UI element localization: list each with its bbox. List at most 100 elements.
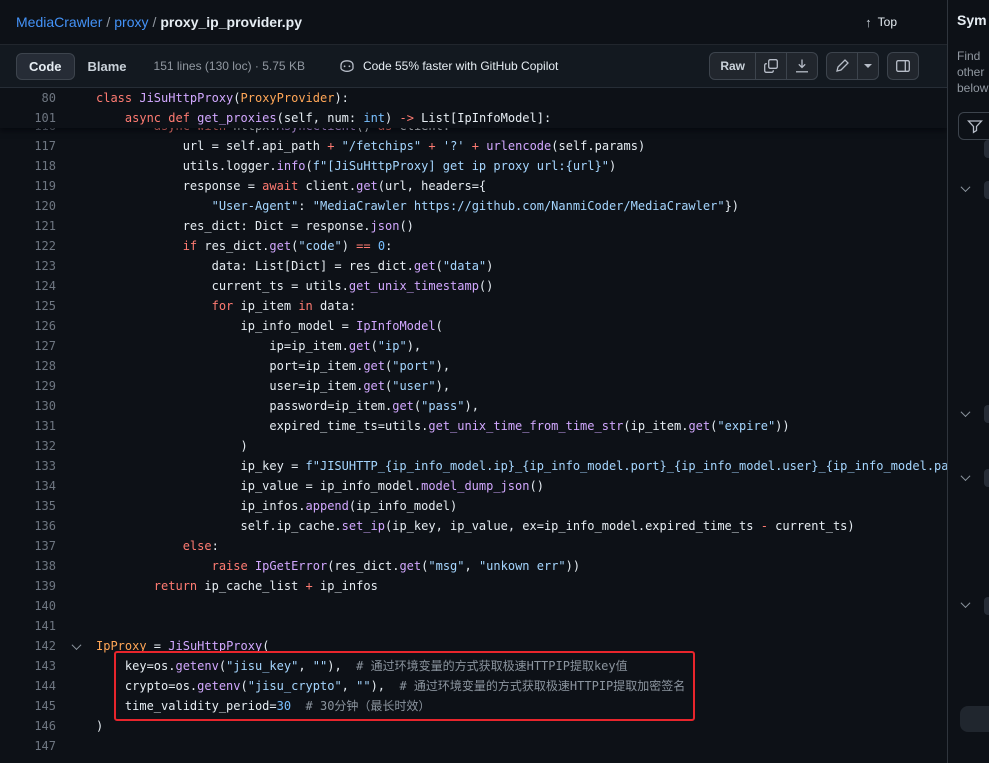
fold-spacer — [56, 296, 96, 316]
line-number[interactable]: 117 — [0, 136, 56, 156]
code-text: ip_key = f"JISUHTTP_{ip_info_model.ip}_{… — [96, 456, 947, 476]
copilot-badge[interactable]: Code 55% faster with GitHub Copilot — [339, 58, 558, 74]
line-number[interactable]: 144 — [0, 676, 56, 696]
fold-spacer — [56, 616, 96, 636]
code-text: ip=ip_item.get("ip"), — [96, 336, 421, 356]
symbol-item-fragment — [984, 140, 989, 158]
line-number[interactable]: 140 — [0, 596, 56, 616]
code-line: 137 else: — [0, 536, 947, 556]
section-chevron-down-icon[interactable] — [961, 407, 971, 417]
line-number[interactable]: 135 — [0, 496, 56, 516]
line-number[interactable]: 126 — [0, 316, 56, 336]
code-line: 146) — [0, 716, 947, 736]
line-number[interactable]: 125 — [0, 296, 56, 316]
breadcrumb-filename: proxy_ip_provider.py — [160, 14, 302, 30]
fold-spacer — [56, 476, 96, 496]
code-text: response = await client.get(url, headers… — [96, 176, 486, 196]
fold-spacer — [56, 256, 96, 276]
line-number[interactable]: 138 — [0, 556, 56, 576]
line-number[interactable]: 129 — [0, 376, 56, 396]
hint-line: below — [957, 80, 988, 96]
line-number[interactable]: 142 — [0, 636, 56, 656]
section-chevron-down-icon[interactable] — [961, 598, 971, 608]
scroll-to-top-button[interactable]: ↑ Top — [857, 11, 905, 34]
section-chevron-down-icon[interactable] — [961, 182, 971, 192]
line-number[interactable]: 133 — [0, 456, 56, 476]
line-number[interactable]: 136 — [0, 516, 56, 536]
fold-spacer — [56, 376, 96, 396]
code-text: key=os.getenv("jisu_key", ""), # 通过环境变量的… — [96, 656, 628, 676]
code-line: 101 async def get_proxies(self, num: int… — [0, 108, 947, 128]
line-number[interactable]: 80 — [0, 88, 56, 108]
filter-icon — [967, 118, 983, 134]
line-number[interactable]: 141 — [0, 616, 56, 636]
copilot-text: Code 55% faster with GitHub Copilot — [363, 59, 558, 73]
code-line: 145 time_validity_period=30 # 30分钟（最长时效） — [0, 696, 947, 716]
code-text: res_dict: Dict = response.json() — [96, 216, 414, 236]
raw-button[interactable]: Raw — [709, 52, 756, 80]
breadcrumb-separator: / — [102, 14, 114, 30]
fold-spacer — [56, 276, 96, 296]
fold-chevron-icon[interactable] — [56, 636, 96, 656]
section-chevron-down-icon[interactable] — [961, 471, 971, 481]
download-button[interactable] — [786, 52, 818, 80]
line-number[interactable]: 131 — [0, 416, 56, 436]
code-text: async def get_proxies(self, num: int) ->… — [96, 108, 551, 128]
panel-icon — [895, 58, 911, 74]
breadcrumb-repo-link[interactable]: MediaCrawler — [16, 14, 102, 30]
code-line: 121 res_dict: Dict = response.json() — [0, 216, 947, 236]
symbols-panel: Sym Find other below — [947, 0, 989, 763]
copy-button[interactable] — [755, 52, 787, 80]
symbols-panel-toggle-button[interactable] — [887, 52, 919, 80]
fold-spacer — [56, 316, 96, 336]
code-line: 135 ip_infos.append(ip_info_model) — [0, 496, 947, 516]
code-line: 140 — [0, 596, 947, 616]
line-number[interactable]: 137 — [0, 536, 56, 556]
line-number[interactable]: 130 — [0, 396, 56, 416]
line-number[interactable]: 132 — [0, 436, 56, 456]
line-number[interactable]: 118 — [0, 156, 56, 176]
fold-spacer — [56, 536, 96, 556]
tab-blame[interactable]: Blame — [75, 53, 140, 80]
code-line: 144 crypto=os.getenv("jisu_crypto", ""),… — [0, 676, 947, 696]
symbols-panel-hint: Find other below — [957, 48, 988, 96]
fold-spacer — [56, 736, 96, 756]
fold-spacer — [56, 716, 96, 736]
line-number[interactable]: 134 — [0, 476, 56, 496]
code-text: self.ip_cache.set_ip(ip_key, ip_value, e… — [96, 516, 855, 536]
line-number[interactable]: 139 — [0, 576, 56, 596]
symbol-item-fragment — [984, 405, 989, 423]
line-number[interactable]: 119 — [0, 176, 56, 196]
line-number[interactable]: 101 — [0, 108, 56, 128]
line-number[interactable]: 120 — [0, 196, 56, 216]
tab-code[interactable]: Code — [16, 53, 75, 80]
line-number[interactable]: 128 — [0, 356, 56, 376]
code-text: time_validity_period=30 # 30分钟（最长时效） — [96, 696, 430, 716]
edit-dropdown-button[interactable] — [857, 52, 879, 80]
line-number[interactable]: 145 — [0, 696, 56, 716]
line-number[interactable]: 143 — [0, 656, 56, 676]
code-line: 129 user=ip_item.get("user"), — [0, 376, 947, 396]
symbol-item-fragment — [984, 181, 989, 199]
code-line: 120 "User-Agent": "MediaCrawler https://… — [0, 196, 947, 216]
line-number[interactable]: 146 — [0, 716, 56, 736]
code-line: 80 class JiSuHttpProxy(ProxyProvider): — [0, 88, 947, 108]
breadcrumb-folder-link[interactable]: proxy — [114, 14, 148, 30]
line-number[interactable]: 147 — [0, 736, 56, 756]
fold-spacer — [56, 436, 96, 456]
line-number[interactable]: 121 — [0, 216, 56, 236]
code-line: 125 for ip_item in data: — [0, 296, 947, 316]
code-text: class JiSuHttpProxy(ProxyProvider): — [96, 88, 349, 108]
code-text: if res_dict.get("code") == 0: — [96, 236, 392, 256]
fold-spacer — [56, 156, 96, 176]
code-text: else: — [96, 536, 219, 556]
line-number[interactable]: 122 — [0, 236, 56, 256]
fold-spacer — [56, 136, 96, 156]
line-number[interactable]: 127 — [0, 336, 56, 356]
code-text: IpProxy = JiSuHttpProxy( — [96, 636, 269, 656]
filter-button[interactable] — [958, 112, 989, 140]
pencil-icon — [834, 58, 850, 74]
line-number[interactable]: 124 — [0, 276, 56, 296]
edit-button[interactable] — [826, 52, 858, 80]
line-number[interactable]: 123 — [0, 256, 56, 276]
